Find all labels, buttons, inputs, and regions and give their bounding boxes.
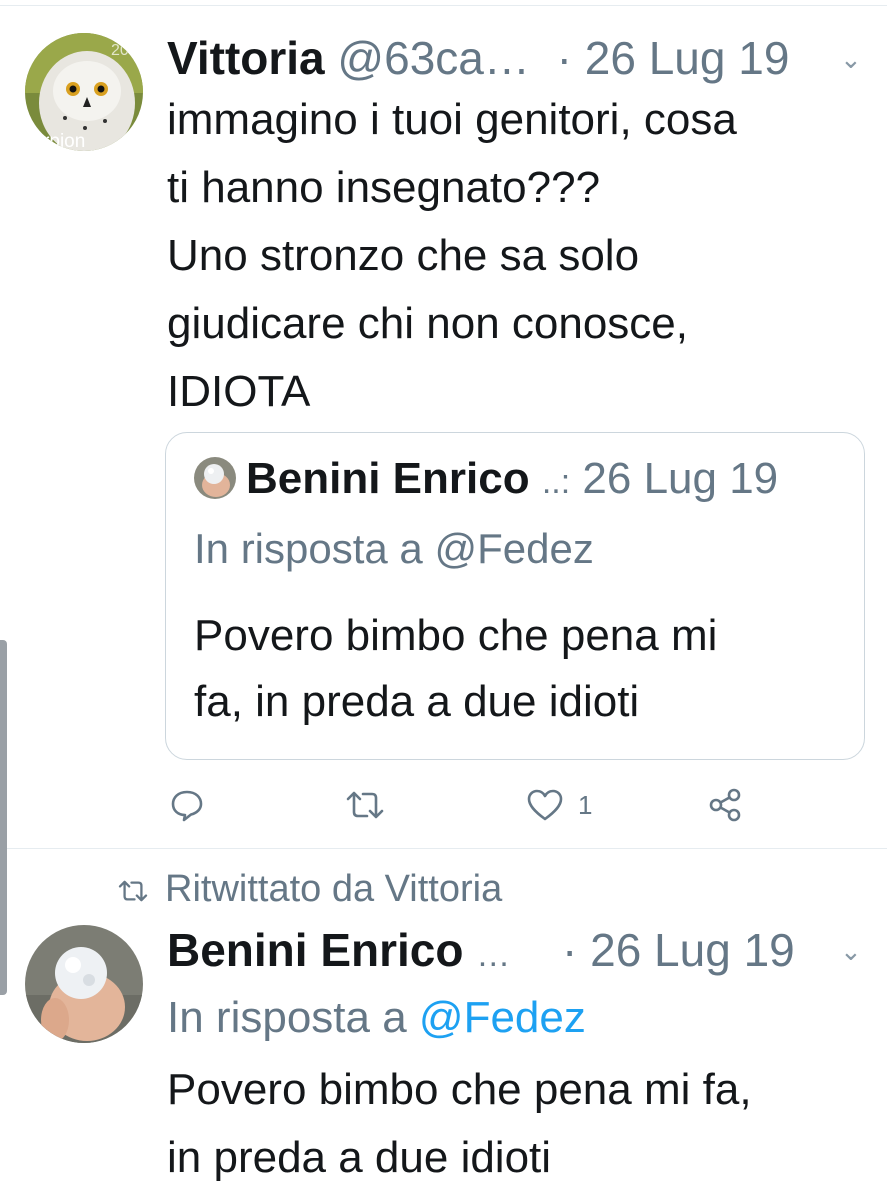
author-handle[interactable]: …: [476, 936, 510, 974]
author-handle[interactable]: @63ca…: [337, 32, 529, 84]
share-icon: [709, 788, 741, 822]
reply-handle-link[interactable]: @Fedez: [419, 993, 586, 1042]
tweet-date[interactable]: 26 Lug 19: [585, 32, 790, 84]
tweet-date[interactable]: 26 Lug 19: [590, 924, 795, 976]
like-button[interactable]: 1: [526, 780, 592, 830]
like-count: 1: [578, 789, 593, 820]
tweet-text: Povero bimbo che pena mi fa, in preda a …: [167, 1065, 752, 1182]
retweet-button[interactable]: [345, 780, 385, 830]
svg-text:corpion: corpion: [25, 131, 85, 151]
separator-dot: ·: [556, 32, 572, 84]
heart-icon: [527, 789, 563, 821]
share-button[interactable]: [708, 780, 744, 830]
quote-text: Povero bimbo che pena mi fa, in preda a …: [194, 611, 718, 726]
quote-date: 26 Lug 19: [582, 454, 779, 503]
tweet-text: immagino i tuoi genitori, cosa ti hanno …: [167, 95, 737, 416]
quoted-tweet[interactable]: Benini Enrico ..: 26 Lug 19 In risposta …: [165, 432, 865, 760]
retweet-small-icon: [118, 880, 148, 902]
author-name[interactable]: Vittoria: [167, 32, 325, 84]
top-divider: [0, 5, 887, 6]
quote-handle: ..:: [541, 463, 571, 501]
retweeted-by: Ritwittato da Vittoria: [115, 866, 502, 912]
retweet-icon: [346, 791, 384, 819]
quote-author-name: Benini Enrico: [246, 454, 530, 503]
retweeted-by-label[interactable]: Ritwittato da Vittoria: [165, 868, 502, 910]
separator-dot: ·: [562, 924, 578, 976]
avatar[interactable]: [25, 925, 143, 1043]
avatar[interactable]: corpion 20: [25, 33, 143, 151]
chevron-down-icon[interactable]: ⌄: [840, 44, 862, 75]
reply-to: In risposta a @Fedez: [167, 990, 586, 1046]
author-name[interactable]: Benini Enrico: [167, 924, 463, 976]
quote-header: Benini Enrico ..: 26 Lug 19: [246, 451, 778, 510]
owl-avatar-image: corpion 20: [25, 33, 143, 151]
comment-icon: [171, 790, 203, 822]
quote-reply-to: In risposta a @Fedez: [194, 525, 594, 572]
quote-avatar: [194, 457, 236, 499]
reply-prefix: In risposta a: [167, 993, 407, 1042]
scrollbar[interactable]: [0, 640, 7, 995]
hand-avatar-image: [25, 925, 143, 1043]
tweet-divider: [0, 848, 887, 849]
reply-button[interactable]: [170, 780, 204, 830]
tweet-date-group: · 26 Lug 19: [562, 922, 795, 978]
chevron-down-icon[interactable]: ⌄: [840, 936, 862, 967]
tweet-header: Vittoria @63ca… · 26 Lug 19: [167, 30, 789, 86]
tweet-actions: 1: [170, 780, 790, 830]
svg-text:20: 20: [111, 42, 129, 59]
tweet-header: Benini Enrico …: [167, 922, 510, 983]
hand-avatar-image: [194, 457, 236, 499]
